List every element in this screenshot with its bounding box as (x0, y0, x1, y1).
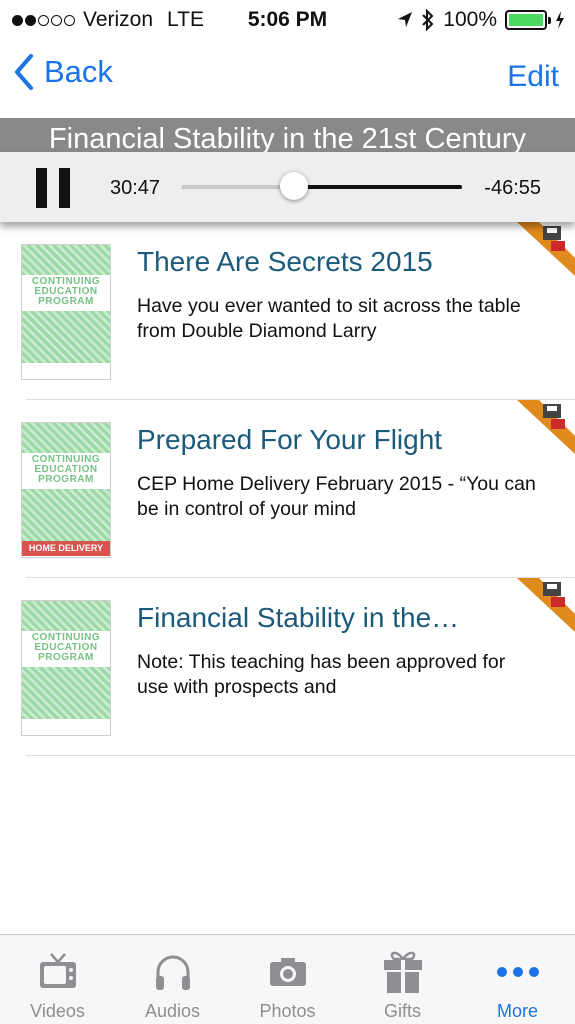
list-item[interactable]: CONTINUING EDUCATION PROGRAM HOME DELIVE… (0, 400, 575, 578)
chevron-left-icon (15, 54, 33, 90)
tab-label: Photos (259, 1001, 316, 1021)
item-title: Prepared For Your Flight (137, 424, 443, 455)
location-arrow-icon (398, 12, 413, 27)
tv-icon (39, 953, 76, 988)
home-delivery-badge: HOME DELIVERY (22, 541, 110, 556)
tab-label: Audios (144, 1001, 201, 1021)
item-description: Have you ever wanted to sit across the t… (137, 295, 521, 342)
tab-audios[interactable]: Audios (115, 935, 230, 1024)
back-button[interactable]: Back (14, 54, 113, 90)
battery-percent: 100% (443, 8, 497, 31)
program-logo-text: CONTINUING EDUCATION PROGRAM (31, 276, 101, 307)
program-thumbnail: CONTINUING EDUCATION PROGRAM (21, 600, 111, 736)
tab-label: Videos (30, 1001, 85, 1021)
charging-bolt-icon (556, 11, 564, 29)
program-thumbnail: CONTINUING EDUCATION PROGRAM (21, 244, 111, 380)
battery-icon (505, 10, 551, 30)
pause-button[interactable] (36, 168, 70, 208)
list-item[interactable]: CONTINUING EDUCATION PROGRAM Financial S… (0, 578, 575, 756)
tab-photos[interactable]: Photos (230, 935, 345, 1024)
tab-label: More (496, 1001, 538, 1021)
gift-icon (383, 951, 422, 993)
progress-slider-track[interactable] (182, 185, 462, 189)
list-item[interactable]: CONTINUING EDUCATION PROGRAM There Are S… (0, 222, 575, 400)
program-logo-text: CONTINUING EDUCATION PROGRAM (31, 632, 101, 663)
item-title: There Are Secrets 2015 (137, 246, 433, 277)
item-title: Financial Stability in the… (137, 602, 460, 633)
back-label: Back (44, 54, 113, 89)
program-thumbnail: CONTINUING EDUCATION PROGRAM HOME DELIVE… (21, 422, 111, 558)
tab-more[interactable]: More (460, 935, 575, 1024)
progress-slider-thumb[interactable] (280, 172, 308, 200)
navigation-bar: Back Edit (0, 40, 575, 118)
remaining-time: -46:55 (484, 177, 541, 199)
tab-gifts[interactable]: Gifts (345, 935, 460, 1024)
more-icon (496, 967, 539, 977)
download-corner-icon[interactable] (517, 222, 575, 276)
item-description: CEP Home Delivery February 2015 - “You c… (137, 473, 536, 520)
tab-bar: Videos Audios Photos Gifts More (0, 934, 575, 1024)
status-bar: Verizon LTE 5:06 PM 100% (0, 0, 575, 40)
bluetooth-icon (422, 9, 434, 31)
audio-player-controls: 30:47 -46:55 (0, 152, 575, 222)
tab-label: Gifts (383, 1001, 421, 1021)
camera-icon (269, 958, 306, 986)
audio-list: CONTINUING EDUCATION PROGRAM There Are S… (0, 222, 575, 756)
download-corner-icon[interactable] (517, 578, 575, 632)
tab-videos[interactable]: Videos (0, 935, 115, 1024)
edit-button[interactable]: Edit (507, 60, 559, 94)
download-corner-icon[interactable] (517, 400, 575, 454)
elapsed-time: 30:47 (110, 177, 161, 199)
program-logo-text: CONTINUING EDUCATION PROGRAM (31, 454, 101, 485)
item-description: Note: This teaching has been approved fo… (137, 651, 506, 698)
now-playing-title[interactable]: Financial Stability in the 21st Century (0, 118, 575, 152)
status-right: 100% (397, 8, 565, 32)
headphones-icon (155, 955, 190, 990)
